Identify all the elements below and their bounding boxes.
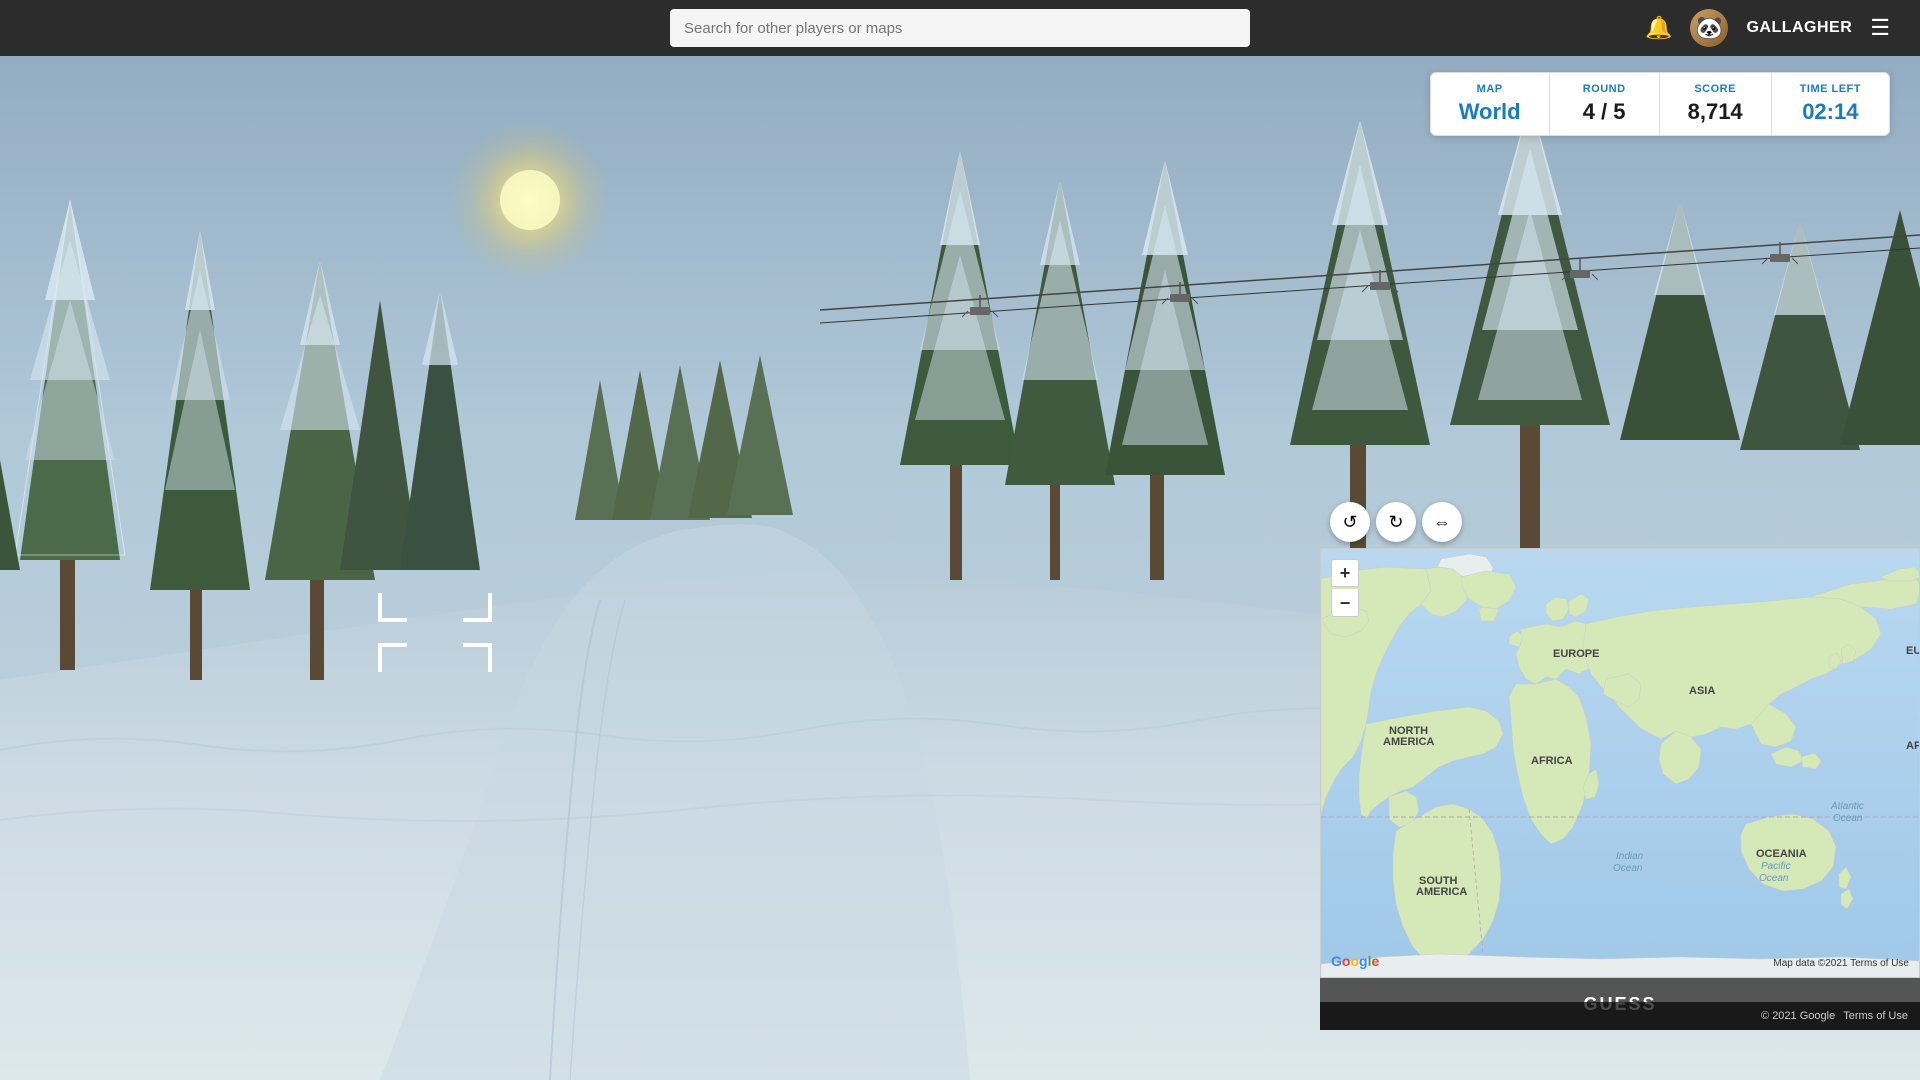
rotate-right-button[interactable]: ↻ [1376,502,1416,542]
google-letter-g: G [1331,953,1342,969]
zoom-out-button[interactable]: − [1331,589,1359,617]
map-data-text: Map data ©2021 [1773,958,1847,969]
rotate-left-button[interactable]: ↺ [1330,502,1370,542]
score-value: 8,714 [1688,99,1743,125]
svg-text:EU: EU [1906,645,1920,657]
zoom-controls: + − [1331,559,1359,617]
google-letter-e: e [1371,953,1379,969]
topbar: 🔔 🐼 GALLAGHER ☰ [0,0,1920,56]
time-value: 02:14 [1800,99,1861,125]
svg-text:AF: AF [1906,740,1920,752]
svg-text:Pacific: Pacific [1761,861,1790,872]
score-label: SCORE [1688,83,1743,95]
map-cell: MAP World [1431,73,1550,135]
svg-text:Ocean: Ocean [1759,873,1789,884]
bottom-bar: © 2021 Google Terms of Use [1320,1002,1920,1030]
map-footer: Map data ©2021 Terms of Use [1773,958,1909,969]
svg-text:EUROPE: EUROPE [1553,648,1599,660]
svg-text:Ocean: Ocean [1613,863,1643,874]
notification-icon[interactable]: 🔔 [1645,15,1672,41]
map-area: ↺ ↻ ⇔ [1320,502,1920,1030]
time-label: TIME LEFT [1800,83,1861,95]
menu-icon[interactable]: ☰ [1870,15,1890,41]
search-input[interactable] [670,9,1250,47]
username-label: GALLAGHER [1746,19,1852,37]
map-value: World [1459,99,1521,125]
expand-button[interactable]: ⇔ [1422,502,1462,542]
world-map-svg: EUROPE ASIA AFRICA NORTH AMERICA SOUTH A… [1321,549,1920,978]
svg-text:AMERICA: AMERICA [1416,886,1467,898]
zoom-in-button[interactable]: + [1331,559,1359,587]
svg-text:OCEANIA: OCEANIA [1756,848,1807,860]
map-container[interactable]: EUROPE ASIA AFRICA NORTH AMERICA SOUTH A… [1320,548,1920,978]
search-container [670,9,1250,47]
svg-text:ASIA: ASIA [1689,685,1715,697]
copyright-text: © 2021 Google [1761,1010,1835,1022]
google-letter-o2: o [1350,953,1359,969]
round-value: 4 / 5 [1578,99,1631,125]
google-logo: Google [1331,953,1379,969]
map-label: MAP [1459,83,1521,95]
avatar-face: 🐼 [1696,15,1723,41]
svg-text:Indian: Indian [1616,851,1644,862]
svg-text:Atlantic: Atlantic [1830,801,1864,812]
svg-text:Ocean: Ocean [1833,813,1863,824]
time-cell: TIME LEFT 02:14 [1772,73,1889,135]
svg-text:AFRICA: AFRICA [1531,755,1573,767]
map-control-buttons: ↺ ↻ ⇔ [1320,502,1920,548]
round-cell: ROUND 4 / 5 [1550,73,1660,135]
svg-text:AMERICA: AMERICA [1383,736,1434,748]
google-letter-g2: g [1359,953,1368,969]
topbar-right: 🔔 🐼 GALLAGHER ☰ [1645,9,1890,47]
round-label: ROUND [1578,83,1631,95]
score-cell: SCORE 8,714 [1660,73,1772,135]
world-map[interactable]: EUROPE ASIA AFRICA NORTH AMERICA SOUTH A… [1321,549,1919,977]
game-info-panel: MAP World ROUND 4 / 5 SCORE 8,714 TIME L… [1430,72,1890,136]
terms-link[interactable]: Terms of Use [1843,1010,1908,1022]
avatar[interactable]: 🐼 [1690,9,1728,47]
terms-of-use-link[interactable]: Terms of Use [1850,958,1909,969]
